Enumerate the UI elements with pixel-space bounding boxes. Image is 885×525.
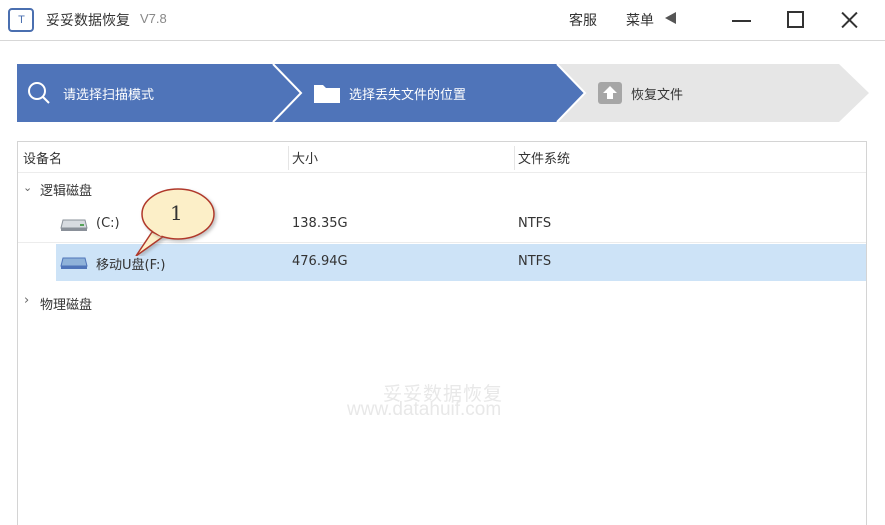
customer-service-button[interactable]: 客服: [569, 10, 597, 30]
column-header-size[interactable]: 大小: [292, 148, 318, 167]
watermark-url: www.datahuif.com: [347, 399, 502, 420]
hard-drive-icon: [60, 219, 88, 231]
column-header-device[interactable]: 设备名: [23, 148, 62, 167]
step-3-label: 恢复文件: [631, 88, 684, 103]
app-logo-text: T: [18, 14, 25, 26]
menu-button[interactable]: 菜单: [626, 10, 654, 30]
chevron-right-icon[interactable]: ›: [24, 293, 29, 308]
wizard-steps: 请选择扫描模式 选择丢失文件的位置 恢复文件: [17, 64, 869, 122]
device-name: (C:): [96, 216, 120, 231]
minimize-icon: [732, 20, 751, 22]
device-size: 476.94G: [292, 254, 348, 269]
column-header-filesystem[interactable]: 文件系统: [518, 148, 570, 167]
chevron-down-icon[interactable]: ⌄: [23, 181, 32, 194]
callout-number: 1: [170, 201, 183, 225]
minimize-button[interactable]: [726, 6, 756, 34]
step-2-label: 选择丢失文件的位置: [349, 88, 467, 103]
folder-icon: [314, 85, 340, 103]
device-name: 移动U盘(F:): [96, 258, 166, 273]
app-title: 妥妥数据恢复: [46, 13, 130, 29]
group-label-physical: 物理磁盘: [40, 298, 93, 313]
step-1-shape: [17, 64, 301, 122]
title-bar: T 妥妥数据恢复 V7.8 客服 菜单: [0, 0, 885, 41]
close-button[interactable]: [834, 6, 864, 34]
step-1-label: 请选择扫描模式: [63, 88, 155, 103]
column-separator[interactable]: [288, 146, 289, 170]
upload-icon: [598, 82, 622, 104]
column-separator[interactable]: [514, 146, 515, 170]
device-filesystem: NTFS: [518, 216, 552, 231]
search-icon: [28, 82, 50, 104]
group-row-physical[interactable]: › 物理磁盘: [18, 284, 866, 321]
usb-drive-icon: [60, 257, 88, 269]
app-version: V7.8: [140, 11, 167, 26]
maximize-icon: [787, 11, 804, 28]
menu-arrow-icon[interactable]: [665, 12, 676, 24]
device-size: 138.35G: [292, 216, 348, 231]
group-label-logical: 逻辑磁盘: [40, 184, 93, 199]
device-filesystem: NTFS: [518, 254, 552, 269]
maximize-button[interactable]: [781, 6, 811, 34]
app-logo-icon: T: [8, 8, 34, 32]
